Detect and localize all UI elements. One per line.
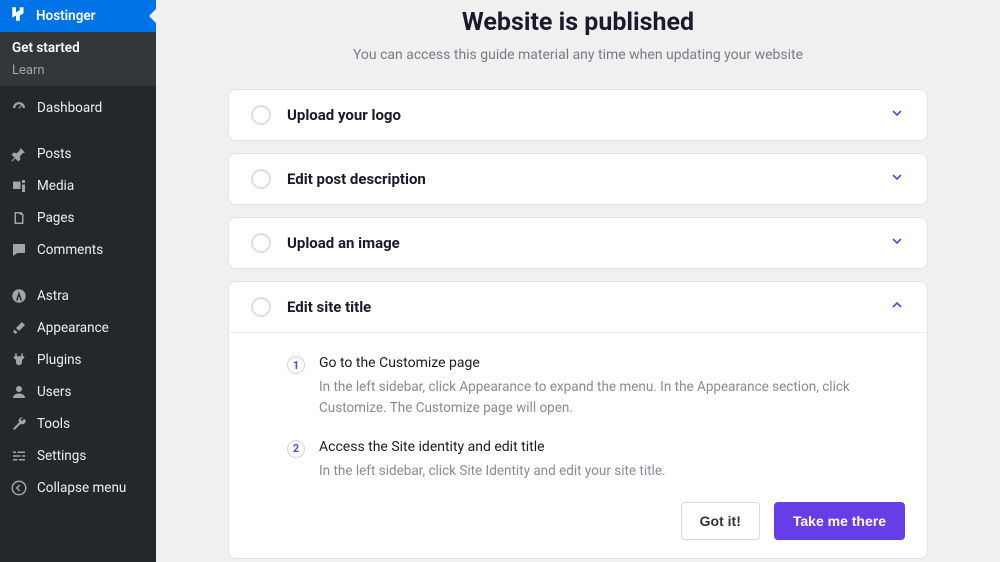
sidebar-item-media[interactable]: Media [0,170,156,202]
task-edit-post-description: Edit post description [228,153,928,205]
task-title: Edit site title [287,298,889,316]
sidebar-item-appearance[interactable]: Appearance [0,312,156,344]
chevron-up-icon [889,297,905,317]
pin-icon [10,145,28,163]
sidebar-item-label: Pages [37,210,75,226]
chevron-down-icon [889,169,905,189]
sidebar-item-label: Tools [37,416,70,432]
submenu-learn[interactable]: Learn [12,63,144,78]
chevron-down-icon [889,105,905,125]
task-upload-image: Upload an image [228,217,928,269]
step-description: In the left sidebar, click Site Identity… [319,461,666,482]
brand-label: Hostinger [36,8,96,24]
collapse-icon [10,479,28,497]
sidebar-item-plugins[interactable]: Plugins [0,344,156,376]
onboarding-tasks: Upload your logo Edit post description U… [228,89,928,559]
status-ring-icon [251,233,271,253]
astra-icon [10,287,28,305]
step-number-badge: 1 [287,356,305,374]
chevron-down-icon [889,233,905,253]
sidebar-item-label: Plugins [37,352,82,368]
task-step: 1 Go to the Customize page In the left s… [287,355,905,419]
sidebar-item-pages[interactable]: Pages [0,202,156,234]
comments-icon [10,241,28,259]
user-icon [10,383,28,401]
sidebar-submenu: Get started Learn [0,32,156,86]
step-description: In the left sidebar, click Appearance to… [319,377,905,419]
sidebar-item-tools[interactable]: Tools [0,408,156,440]
sidebar-item-comments[interactable]: Comments [0,234,156,266]
step-heading: Go to the Customize page [319,355,905,371]
task-header[interactable]: Upload an image [229,218,927,268]
pages-icon [10,209,28,227]
sidebar-item-label: Comments [37,242,103,258]
task-upload-logo: Upload your logo [228,89,928,141]
task-title: Upload your logo [287,106,889,124]
task-header[interactable]: Edit post description [229,154,927,204]
sidebar-item-label: Dashboard [37,100,102,116]
sidebar-item-label: Astra [37,288,69,304]
sidebar-item-settings[interactable]: Settings [0,440,156,472]
brush-icon [10,319,28,337]
sidebar-item-dashboard[interactable]: Dashboard [0,92,156,124]
task-title: Upload an image [287,234,889,252]
dashboard-icon [10,99,28,117]
sidebar-item-label: Users [37,384,71,400]
got-it-button[interactable]: Got it! [681,502,760,540]
submenu-get-started[interactable]: Get started [12,40,144,56]
status-ring-icon [251,169,271,189]
take-me-there-button[interactable]: Take me there [774,502,905,540]
step-number-badge: 2 [287,440,305,458]
task-header[interactable]: Upload your logo [229,90,927,140]
status-ring-icon [251,105,271,125]
hostinger-logo-icon [10,5,28,27]
sidebar-item-label: Collapse menu [37,480,126,496]
sidebar-item-label: Media [37,178,74,194]
task-title: Edit post description [287,170,889,188]
wrench-icon [10,415,28,433]
sidebar-item-label: Appearance [37,320,109,336]
sidebar-item-label: Posts [37,146,71,162]
task-edit-site-title: Edit site title 1 Go to the Customize pa… [228,281,928,559]
step-heading: Access the Site identity and edit title [319,439,666,455]
sidebar-item-collapse[interactable]: Collapse menu [0,472,156,504]
sidebar-item-astra[interactable]: Astra [0,280,156,312]
page-subtitle: You can access this guide material any t… [184,47,972,63]
media-icon [10,177,28,195]
sidebar-item-label: Settings [37,448,86,464]
status-ring-icon [251,297,271,317]
plug-icon [10,351,28,369]
sidebar-group: Dashboard Posts Media Pages Comments Ast… [0,86,156,510]
task-actions: Got it! Take me there [287,502,905,540]
task-step: 2 Access the Site identity and edit titl… [287,439,905,482]
sidebar-brand[interactable]: Hostinger [0,0,156,32]
main-content: Website is published You can access this… [156,0,1000,562]
sliders-icon [10,447,28,465]
admin-sidebar: Hostinger Get started Learn Dashboard Po… [0,0,156,562]
page-title: Website is published [184,8,972,37]
task-body: 1 Go to the Customize page In the left s… [229,332,927,558]
task-header[interactable]: Edit site title [229,282,927,332]
sidebar-item-posts[interactable]: Posts [0,138,156,170]
sidebar-item-users[interactable]: Users [0,376,156,408]
active-notch [149,8,157,24]
